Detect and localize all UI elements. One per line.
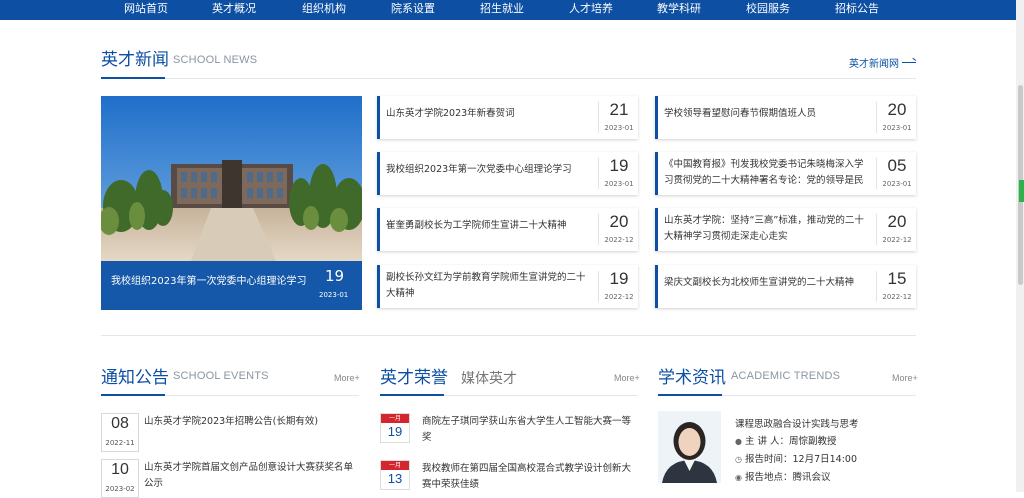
clock-icon: ◷ xyxy=(735,455,742,464)
academic-more-link[interactable]: More+ xyxy=(892,373,918,383)
news-item[interactable]: 崔奎勇副校长为工学院师生宣讲二十大精神 20 2022-12 xyxy=(377,208,638,251)
section-divider xyxy=(101,335,916,336)
honor-item-title[interactable]: 我校教师在第四届全国高校混合式教学设计创新大赛中荣获佳绩 xyxy=(422,461,638,493)
news-item-month: 2022-12 xyxy=(604,293,634,301)
news-item-title[interactable]: 崔奎勇副校长为工学院师生宣讲二十大精神 xyxy=(386,218,594,234)
lecture-title[interactable]: 课程思政融合设计实践与思考 xyxy=(735,416,859,430)
news-item[interactable]: 山东英才学院：坚持“三高”标准，推动党的二十大精神学习贯彻走深走心走实 20 2… xyxy=(655,208,916,251)
news-item-day: 19 xyxy=(609,156,629,175)
notice-section-subtitle: SCHOOL EVENTS xyxy=(173,370,269,382)
news-more-link[interactable]: 英才新闻网 xyxy=(849,55,899,70)
nav-admissions[interactable]: 招生就业 xyxy=(480,0,524,20)
location-icon: ◉ xyxy=(735,473,742,482)
news-item-day: 19 xyxy=(609,269,629,288)
news-section-subtitle: SCHOOL NEWS xyxy=(173,54,258,66)
academic-section-title: 学术资讯 xyxy=(658,368,726,388)
news-item-day: 20 xyxy=(887,100,907,119)
news-item[interactable]: 山东英才学院2023年新春贺词 21 2023-01 xyxy=(377,96,638,139)
news-item-day: 21 xyxy=(609,100,629,119)
news-item-day: 20 xyxy=(609,212,629,231)
notice-day: 10 xyxy=(111,461,129,478)
news-item-month: 2023-01 xyxy=(604,180,634,188)
featured-news-month: 2023-01 xyxy=(319,291,349,299)
news-item-title[interactable]: 学校领导看望慰问春节假期值班人员 xyxy=(664,106,872,122)
nav-departments[interactable]: 院系设置 xyxy=(391,0,435,20)
lecture-place-text: 报告地点：腾讯会议 xyxy=(745,472,831,483)
news-item[interactable]: 梁庆文副校长为北校师生宣讲党的二十大精神 15 2022-12 xyxy=(655,265,916,308)
news-item-month: 2023-01 xyxy=(604,124,634,132)
news-item-month: 2023-01 xyxy=(882,180,912,188)
section-underline xyxy=(101,394,165,396)
honor-item-title[interactable]: 商院左子琪同学获山东省大学生人工智能大赛一等奖 xyxy=(422,414,638,446)
side-widget[interactable] xyxy=(1019,180,1024,202)
news-item[interactable]: 学校领导看望慰问春节假期值班人员 20 2023-01 xyxy=(655,96,916,139)
nav-organization[interactable]: 组织机构 xyxy=(302,0,346,20)
notice-day: 08 xyxy=(111,415,129,432)
section-underline xyxy=(658,394,722,396)
notice-date-box: 08 2022-11 xyxy=(101,413,139,452)
calendar-icon: 一月 19 xyxy=(380,413,410,443)
notice-item-title[interactable]: 山东英才学院2023年招聘公告(长期有效) xyxy=(144,414,359,430)
news-item-month: 2023-01 xyxy=(882,124,912,132)
arrow-right-icon[interactable] xyxy=(902,62,916,63)
academic-section-subtitle: ACADEMIC TRENDS xyxy=(731,370,841,382)
news-item-title[interactable]: 梁庆文副校长为北校师生宣讲党的二十大精神 xyxy=(664,275,872,291)
media-tab[interactable]: 媒体英才 xyxy=(461,368,517,388)
nav-services[interactable]: 校园服务 xyxy=(746,0,790,20)
calendar-day: 13 xyxy=(387,471,403,486)
featured-news-card[interactable]: 我校组织2023年第一次党委中心组理论学习 19 2023-01 xyxy=(101,96,362,310)
speaker-photo xyxy=(658,411,721,483)
nav-overview[interactable]: 英才概况 xyxy=(212,0,256,20)
news-item-title[interactable]: 山东英才学院2023年新春贺词 xyxy=(386,106,594,122)
news-item-title[interactable]: 《中国教育报》刊发我校党委书记朱晓梅深入学习贯彻党的二十大精神署名专论：党的领导… xyxy=(664,157,872,191)
news-item-month: 2022-12 xyxy=(882,293,912,301)
notice-more-link[interactable]: More+ xyxy=(334,373,360,383)
section-underline xyxy=(101,77,165,79)
top-nav-bar: 网站首页 英才概况 组织机构 院系设置 招生就业 人才培养 教学科研 校园服务 … xyxy=(0,0,1024,20)
featured-news-title[interactable]: 我校组织2023年第一次党委中心组理论学习 xyxy=(111,272,306,287)
news-item-day: 20 xyxy=(887,212,907,231)
calendar-month: 一月 xyxy=(381,414,409,423)
lecture-place: ◉ 报告地点：腾讯会议 xyxy=(735,469,831,483)
calendar-month: 一月 xyxy=(381,461,409,470)
news-item-day: 15 xyxy=(887,269,907,288)
news-section-title: 英才新闻 xyxy=(101,50,169,70)
nav-talent[interactable]: 人才培养 xyxy=(569,0,613,20)
news-item-day: 05 xyxy=(887,156,907,175)
news-item-title[interactable]: 山东英才学院：坚持“三高”标准，推动党的二十大精神学习贯彻走深走心走实 xyxy=(664,213,872,245)
news-item[interactable]: 《中国教育报》刊发我校党委书记朱晓梅深入学习贯彻党的二十大精神署名专论：党的领导… xyxy=(655,152,916,195)
lecture-time-text: 报告时间：12月7日14:00 xyxy=(745,454,858,465)
honor-section-title[interactable]: 英才荣誉 xyxy=(380,363,448,388)
notice-item-title[interactable]: 山东英才学院首届文创产品创意设计大赛获奖名单公示 xyxy=(144,460,359,492)
news-item-month: 2022-12 xyxy=(882,236,912,244)
notice-date-box: 10 2023-02 xyxy=(101,459,139,498)
honor-more-link[interactable]: More+ xyxy=(614,373,640,383)
lecture-speaker-text: 主 讲 人：周悰副教授 xyxy=(745,436,837,447)
nav-bidding[interactable]: 招标公告 xyxy=(835,0,879,20)
section-underline xyxy=(380,394,444,396)
lecture-time: ◷ 报告时间：12月7日14:00 xyxy=(735,451,857,465)
notice-month: 2022-11 xyxy=(105,439,135,447)
nav-home[interactable]: 网站首页 xyxy=(124,0,168,20)
user-icon: ● xyxy=(735,437,742,446)
news-item[interactable]: 副校长孙文红为学前教育学院师生宣讲党的二十大精神 19 2022-12 xyxy=(377,265,638,308)
news-item-month: 2022-12 xyxy=(604,236,634,244)
calendar-icon: 一月 13 xyxy=(380,460,410,490)
campus-photo xyxy=(101,96,362,261)
nav-research[interactable]: 教学科研 xyxy=(657,0,701,20)
lecture-speaker: ● 主 讲 人：周悰副教授 xyxy=(735,433,837,447)
news-item-title[interactable]: 我校组织2023年第一次党委中心组理论学习 xyxy=(386,162,594,178)
section-divider xyxy=(101,78,916,79)
news-item-title[interactable]: 副校长孙文红为学前教育学院师生宣讲党的二十大精神 xyxy=(386,270,594,302)
notice-section-title: 通知公告 xyxy=(101,368,169,388)
news-item[interactable]: 我校组织2023年第一次党委中心组理论学习 19 2023-01 xyxy=(377,152,638,195)
featured-news-day: 19 xyxy=(325,267,345,285)
calendar-day: 19 xyxy=(387,424,403,439)
